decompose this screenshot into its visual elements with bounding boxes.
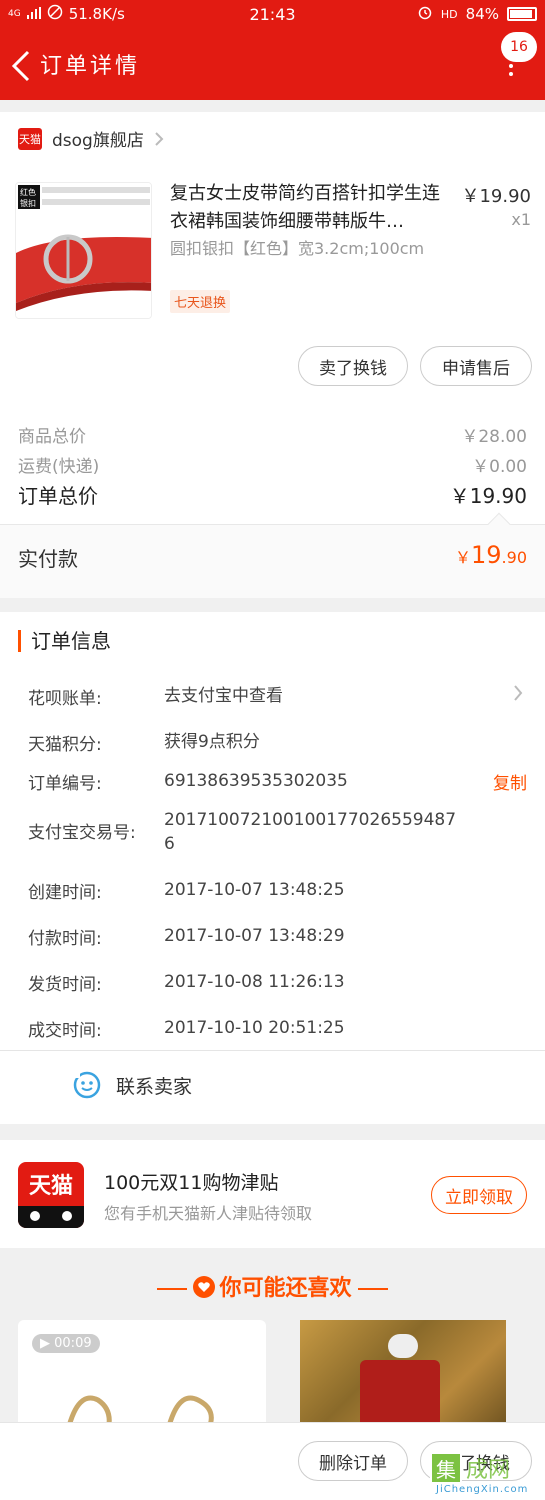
image-label-buckle: 银扣 <box>20 198 36 208</box>
info-label: 天猫积分: <box>28 735 102 755</box>
store-link[interactable]: 天猫 dsog旗舰店 <box>18 126 164 151</box>
seven-day-return-badge: 七天退换 <box>170 290 231 313</box>
more-menu-icon[interactable] <box>509 64 515 78</box>
info-value: 获得9点积分 <box>164 732 260 752</box>
sell-for-cash-button[interactable]: 卖了换钱 <box>298 346 408 386</box>
paid-currency: ￥ <box>454 548 471 567</box>
after-sale-button[interactable]: 申请售后 <box>420 346 532 386</box>
alarm-icon <box>417 4 433 24</box>
goods-total-value: ￥28.00 <box>461 427 527 447</box>
recommend-title-text: 你可能还喜欢 <box>219 1276 352 1301</box>
order-info-card: 订单信息 花呗账单: 去支付宝中查看 天猫积分: 获得9点积分 订单编号: 69… <box>0 612 545 1124</box>
store-name: dsog旗舰店 <box>52 131 144 151</box>
goods-total-row: 商品总价 ￥28.00 <box>18 422 527 447</box>
paid-amount-row: 实付款 ￥19.90 <box>0 525 545 598</box>
info-label: 支付宝交易号: <box>28 823 136 843</box>
paid-decimal: .90 <box>501 548 527 567</box>
promo-subtitle: 您有手机天猫新人津贴待领取 <box>104 1204 313 1223</box>
hd-call-icon: HD <box>440 7 458 21</box>
product-sku: 圆扣银扣【红色】宽3.2cm;100cm <box>170 239 425 258</box>
watermark: 集 成网 JiChengXin.com <box>430 1452 542 1498</box>
message-count-badge[interactable]: 16 <box>501 32 537 62</box>
chat-smile-icon <box>72 1070 101 1099</box>
product-price: ￥19.90 <box>461 186 531 207</box>
watermark-cn: 成网 <box>466 1458 511 1483</box>
claim-now-button[interactable]: 立即领取 <box>431 1176 527 1214</box>
goods-total-label: 商品总价 <box>18 427 86 447</box>
order-item-card: 天猫 dsog旗舰店 红色 银扣 复古女士皮带简约百搭针扣学生连衣裙韩国装饰细腰… <box>0 112 545 598</box>
tmall-store-icon: 天猫 <box>18 127 42 150</box>
tmall-logo: 天猫 <box>18 1162 84 1228</box>
info-value: 去支付宝中查看 <box>164 686 283 706</box>
clock: 21:43 <box>249 4 296 24</box>
back-arrow-icon[interactable] <box>8 48 36 84</box>
product-thumbnail-shoe <box>388 1334 418 1358</box>
info-label: 付款时间: <box>28 929 102 949</box>
app-header: 4G 51.8K/s 21:43 HD 84% 订单详情 16 <box>0 0 545 100</box>
info-value: 2017-10-07 13:48:29 <box>164 926 345 946</box>
info-value: 2017-10-08 11:26:13 <box>164 972 345 992</box>
watermark-logo: 集 <box>430 1452 462 1484</box>
info-value: 2017100721001001770265594876 <box>164 810 457 854</box>
watermark-url: JiChengXin.com <box>436 1484 529 1495</box>
contact-seller-button[interactable]: 联系卖家 <box>72 1070 192 1100</box>
chevron-right-icon[interactable] <box>513 684 523 702</box>
product-image[interactable]: 红色 银扣 <box>15 182 152 319</box>
product-quantity: x1 <box>511 210 531 229</box>
info-value: 2017-10-07 13:48:25 <box>164 880 345 900</box>
status-bar: 4G 51.8K/s 21:43 HD 84% <box>0 0 545 28</box>
info-label: 订单编号: <box>28 774 102 794</box>
paid-value: ￥19.90 <box>455 541 527 569</box>
paid-label: 实付款 <box>18 547 78 571</box>
promo-banner[interactable]: 天猫 100元双11购物津贴 您有手机天猫新人津贴待领取 立即领取 <box>0 1140 545 1248</box>
image-label-color: 红色 <box>20 187 36 197</box>
order-total-label: 订单总价 <box>18 484 98 508</box>
contact-seller-label: 联系卖家 <box>116 1075 193 1098</box>
delete-order-button[interactable]: 删除订单 <box>298 1441 408 1481</box>
promo-title: 100元双11购物津贴 <box>104 1172 279 1194</box>
product-thumbnail-bag <box>360 1360 440 1430</box>
order-info-title: 订单信息 <box>18 630 111 652</box>
tmall-logo-text: 天猫 <box>28 1174 73 1199</box>
product-title[interactable]: 复古女士皮带简约百搭针扣学生连衣裙韩国装饰细腰带韩版牛… <box>170 180 450 236</box>
order-total-value: ￥19.90 <box>449 484 527 508</box>
shipping-label: 运费(快递) <box>18 457 100 477</box>
chevron-right-icon <box>155 131 164 146</box>
signal-icon <box>26 5 41 23</box>
order-total-row: 订单总价 ￥19.90 <box>18 480 527 509</box>
battery-percent: 84% <box>465 5 499 23</box>
info-value: 69138639535302035 <box>164 771 348 791</box>
network-speed: 51.8K/s <box>68 5 125 23</box>
recommend-item-card[interactable]: ▶ 00:09 <box>18 1320 266 1430</box>
info-label: 发货时间: <box>28 975 102 995</box>
battery-icon <box>507 7 537 21</box>
block-icon <box>47 4 63 24</box>
video-duration-badge: ▶ 00:09 <box>32 1334 100 1353</box>
copy-order-number-button[interactable]: 复制 <box>493 769 527 794</box>
nav-bar: 订单详情 16 <box>0 30 545 98</box>
recommend-section-title: 你可能还喜欢 <box>0 1270 545 1302</box>
recommend-item-card[interactable] <box>300 1320 506 1430</box>
info-label: 花呗账单: <box>28 689 102 709</box>
heart-icon <box>193 1276 216 1298</box>
divider <box>0 1050 545 1051</box>
paid-integer: 19 <box>471 541 502 569</box>
network-icon: 4G <box>8 8 21 19</box>
shipping-value: ￥0.00 <box>472 457 527 477</box>
shipping-row: 运费(快递) ￥0.00 <box>18 452 527 477</box>
info-label: 创建时间: <box>28 883 102 903</box>
page-title: 订单详情 <box>40 54 141 79</box>
info-label: 成交时间: <box>28 1021 102 1041</box>
info-value: 2017-10-10 20:51:25 <box>164 1018 345 1038</box>
